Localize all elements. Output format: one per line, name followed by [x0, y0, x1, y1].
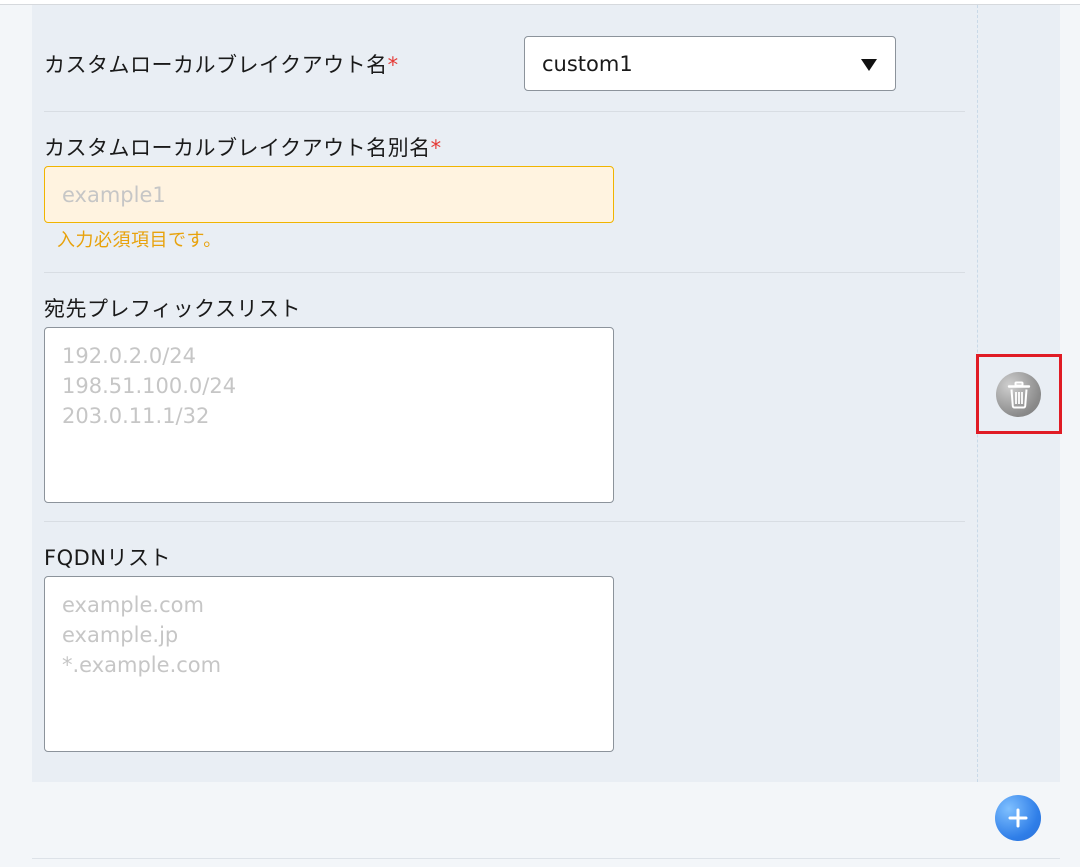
plus-icon	[1008, 808, 1028, 828]
custom-name-label: カスタムローカルブレイクアウト名*	[44, 51, 399, 79]
add-entry-button[interactable]	[995, 795, 1041, 841]
required-mark: *	[387, 53, 399, 77]
bottom-border	[32, 858, 1060, 859]
alias-label-text: カスタムローカルブレイクアウト名別名	[44, 136, 431, 160]
required-mark: *	[430, 136, 442, 160]
row-separator	[44, 111, 965, 112]
fqdn-list-label: FQDNリスト	[44, 546, 171, 570]
custom-name-select[interactable]: custom1	[524, 36, 896, 91]
fqdn-list-textarea[interactable]	[44, 576, 614, 752]
custom-name-select-value: custom1	[542, 52, 633, 76]
delete-entry-button[interactable]	[996, 372, 1041, 417]
prefix-list-textarea[interactable]	[44, 327, 614, 503]
alias-error-message: 入力必須項目です。	[57, 230, 222, 251]
alias-label: カスタムローカルブレイクアウト名別名*	[44, 134, 442, 162]
row-separator	[44, 521, 965, 522]
prefix-list-label: 宛先プレフィックスリスト	[44, 297, 301, 321]
row-separator	[44, 272, 965, 273]
trash-icon	[1007, 381, 1030, 408]
alias-input[interactable]	[44, 166, 614, 223]
caret-down-icon	[861, 59, 877, 71]
custom-name-label-text: カスタムローカルブレイクアウト名	[44, 53, 388, 77]
